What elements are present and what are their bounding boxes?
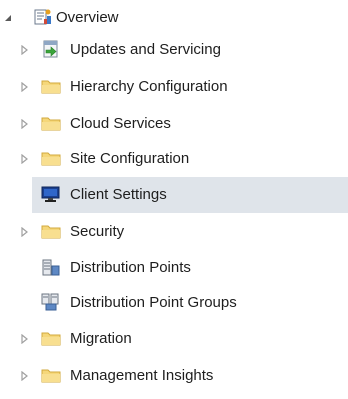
collapsed-arrow-icon[interactable] [19,44,31,56]
collapsed-arrow-icon[interactable] [19,118,31,130]
folder-icon [41,365,61,385]
updates-icon [41,39,61,59]
tree-item-overview[interactable]: Overview [0,0,348,36]
folder-icon [41,328,61,348]
tree-item-hierarchy-configuration[interactable]: Hierarchy Configuration [0,69,348,105]
tree-item-label: Security [70,223,125,240]
tree-item-site-configuration[interactable]: Site Configuration [0,141,348,177]
tree-item-client-settings[interactable]: Client Settings [32,177,348,213]
tree-item-label: Hierarchy Configuration [70,78,228,95]
tree-item-label: Overview [56,9,119,26]
tree-item-label: Client Settings [70,186,167,203]
folder-icon [41,76,61,96]
tree-item-management-insights[interactable]: Management Insights [0,358,348,394]
collapsed-arrow-icon[interactable] [19,333,31,345]
tree-item-distribution-points[interactable]: Distribution Points [0,250,348,286]
tree-item-cloud-services[interactable]: Cloud Services [0,106,348,142]
tree-item-migration[interactable]: Migration [0,321,348,357]
tree-item-label: Migration [70,330,132,347]
tree-item-label: Distribution Points [70,259,191,276]
tree-item-label: Distribution Point Groups [70,294,237,311]
tree-item-distribution-point-groups[interactable]: Distribution Point Groups [0,285,348,321]
collapsed-arrow-icon[interactable] [19,370,31,382]
folder-icon [41,221,61,241]
tree-item-security[interactable]: Security [0,214,348,250]
folder-icon [41,148,61,168]
overview-icon [33,7,53,27]
collapsed-arrow-icon[interactable] [19,226,31,238]
collapsed-arrow-icon[interactable] [19,81,31,93]
navigation-tree: Overview Updates and Servicing Hierarchy… [0,0,348,399]
distribution-point-icon [41,257,61,277]
tree-item-label: Updates and Servicing [70,41,221,58]
expanded-arrow-icon[interactable] [2,12,14,24]
tree-item-updates-and-servicing[interactable]: Updates and Servicing [0,32,348,68]
tree-item-label: Management Insights [70,367,214,384]
tree-item-label: Cloud Services [70,115,171,132]
collapsed-arrow-icon[interactable] [19,153,31,165]
distribution-point-groups-icon [41,292,61,312]
folder-icon [41,113,61,133]
tree-item-label: Site Configuration [70,150,190,167]
monitor-icon [41,184,61,204]
